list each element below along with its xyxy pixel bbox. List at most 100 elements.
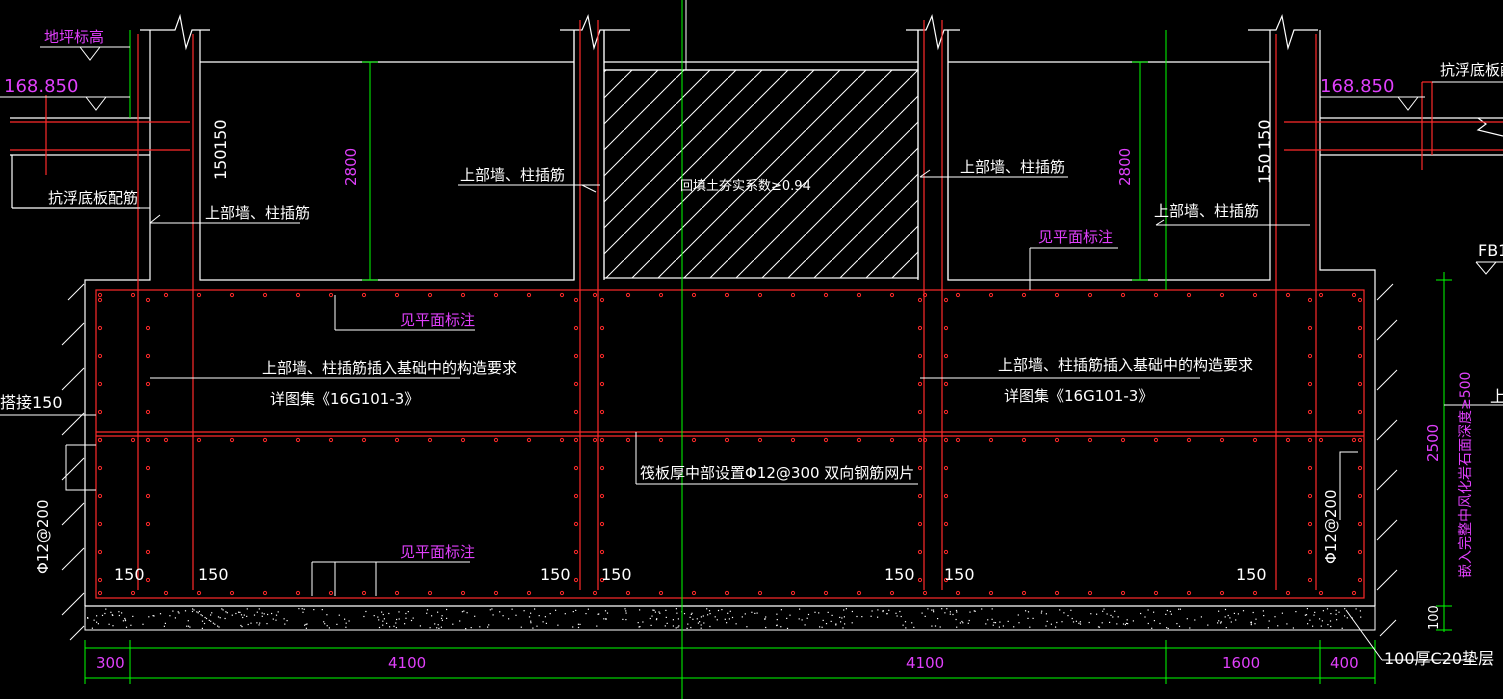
rebar-dot [790, 292, 796, 298]
rebar-dot [943, 521, 949, 527]
rebar-dot [427, 292, 433, 298]
rebar-dot [262, 590, 268, 596]
rebar-dot [943, 325, 949, 331]
dim-150-1: 150 [114, 565, 145, 584]
rebar-dot [130, 437, 136, 443]
rebar-dot [943, 353, 949, 359]
rebar-dot [559, 292, 565, 298]
rebar-dot [1351, 292, 1357, 298]
rebar-dot [1318, 292, 1324, 298]
rebar-dot [889, 292, 895, 298]
rebar-dot [988, 590, 994, 596]
elevation-right: 168.850 [1320, 76, 1394, 97]
rebar-dot [1307, 437, 1313, 443]
rebar-dot [295, 437, 301, 443]
rebar-dot [1120, 437, 1126, 443]
dim-4100-b: 4100 [906, 654, 944, 672]
dim-150-v1: 150 [211, 119, 230, 150]
rebar-dot [493, 590, 499, 596]
rebar-dot [97, 297, 103, 303]
dim-150-v3: 150 [1255, 119, 1274, 150]
dim-1600: 1600 [1222, 654, 1260, 672]
rebar-dot [1357, 577, 1363, 583]
rebar-dot [97, 437, 103, 443]
rebar-dot [1153, 437, 1159, 443]
rebar-dot [573, 493, 579, 499]
fb-tag: FB1 [1478, 241, 1503, 260]
rebar-dot [394, 292, 400, 298]
rebar-dot [493, 292, 499, 298]
rebar-dot [573, 325, 579, 331]
rebar-dot [790, 590, 796, 596]
rebar-dot [1357, 493, 1363, 499]
rebar-dot [955, 437, 961, 443]
rebar-dot [1087, 437, 1093, 443]
rebar-dot [1307, 465, 1313, 471]
dim-150-6: 150 [944, 565, 975, 584]
rebar-dot [917, 325, 923, 331]
rebar-dot [559, 437, 565, 443]
rebar-dot [917, 381, 923, 387]
cushion-layer [84, 605, 1376, 631]
rebar-dot [724, 292, 730, 298]
rebar-dot [823, 292, 829, 298]
dim-150-4: 150 [601, 565, 632, 584]
rebar-dot [1307, 493, 1313, 499]
rebar-dot [1054, 590, 1060, 596]
rebar-dot [955, 590, 961, 596]
rebar-dot [1351, 437, 1357, 443]
dim-150-3: 150 [540, 565, 571, 584]
rebar-dot [922, 292, 928, 298]
dim-150-v2: 150 [211, 149, 230, 180]
rebar-dot [163, 590, 169, 596]
rebar-dot [97, 409, 103, 415]
rebar-dot [691, 437, 697, 443]
rebar-dot [573, 549, 579, 555]
rebar-dot [917, 465, 923, 471]
rebar-dot [599, 381, 605, 387]
rebar-dot [145, 409, 151, 415]
wall-col-dowel-label-2: 上部墙、柱插筋 [460, 166, 565, 184]
dim-150-v4: 150 [1255, 153, 1274, 184]
rebar-dot [856, 292, 862, 298]
rebar-dot [1087, 292, 1093, 298]
rebar-dot [1252, 590, 1258, 596]
rebar-dot [328, 292, 334, 298]
rebar-dot [97, 465, 103, 471]
rebar-dot [599, 437, 605, 443]
rebar-dot [1186, 590, 1192, 596]
rebar-dot [145, 325, 151, 331]
rebar-dot [1357, 297, 1363, 303]
rebar-dot [394, 437, 400, 443]
rebar-dot [599, 297, 605, 303]
dim-150-7: 150 [1236, 565, 1267, 584]
rebar-dot [1285, 590, 1291, 596]
rebar-dot [1307, 409, 1313, 415]
rebar-dot [295, 292, 301, 298]
atlas-ref-right: 详图集《16G101-3》 [1004, 387, 1153, 405]
rebar-dot [1307, 381, 1313, 387]
rebar-dot [757, 292, 763, 298]
rebar-dot [145, 297, 151, 303]
rebar-dot [658, 437, 664, 443]
rebar-dot [97, 590, 103, 596]
rebar-dot [328, 437, 334, 443]
rebar-dot [917, 493, 923, 499]
rebar-dot [1285, 292, 1291, 298]
rebar-dot [955, 292, 961, 298]
wall-col-dowel-label-4: 上部墙、柱插筋 [1154, 202, 1259, 220]
dowel-requirement-left: 上部墙、柱插筋插入基础中的构造要求 [262, 359, 517, 377]
rebar-dot [988, 437, 994, 443]
rebar-dot [526, 590, 532, 596]
rebar-dot [295, 590, 301, 596]
rebar-dot [1357, 549, 1363, 555]
rebar-dot [1318, 437, 1324, 443]
rebar-dot [1153, 590, 1159, 596]
rebar-dot [130, 590, 136, 596]
rebar-dot [559, 590, 565, 596]
rebar-dot [823, 437, 829, 443]
rebar-dot [856, 437, 862, 443]
rebar-dot [196, 590, 202, 596]
rebar-dot [97, 577, 103, 583]
rebar-dot [823, 590, 829, 596]
